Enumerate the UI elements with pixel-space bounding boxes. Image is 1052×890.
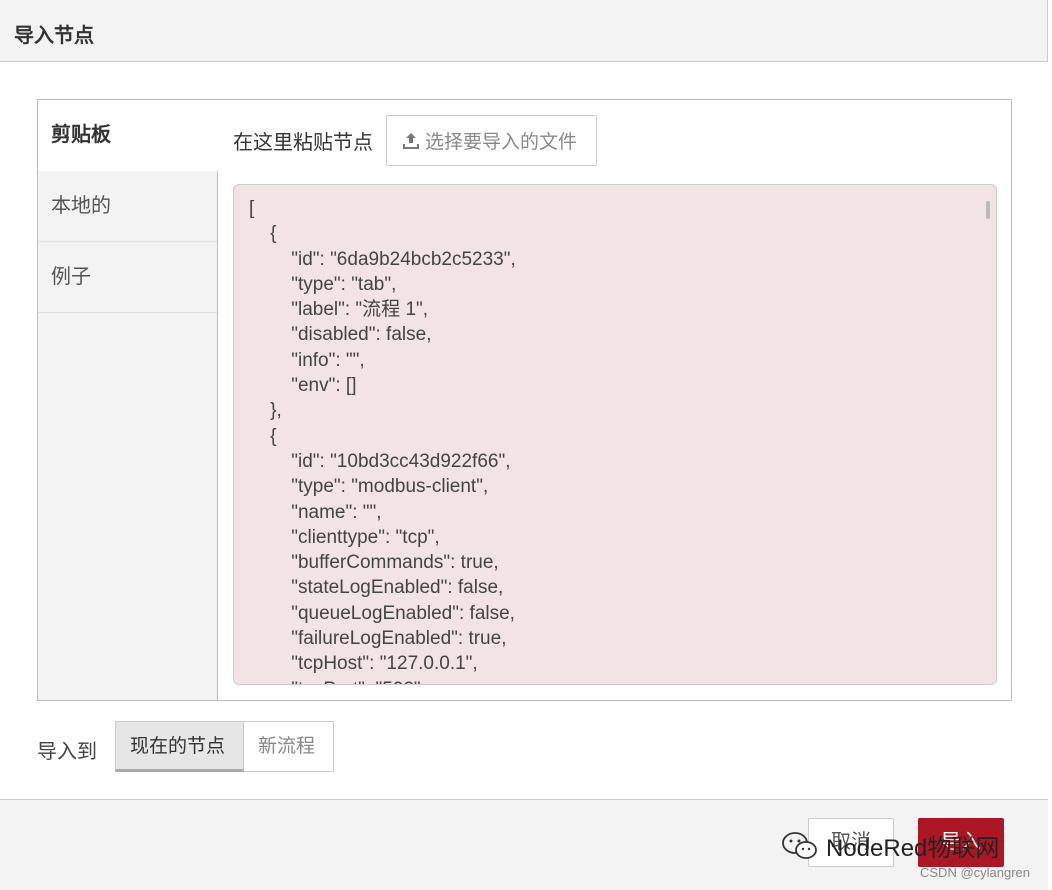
watermark-text: NodeRed物联网: [826, 835, 1000, 862]
import-target-toggle: 现在的节点 新流程: [115, 721, 334, 772]
dialog-title: 导入节点: [14, 25, 94, 47]
scrollbar-thumb[interactable]: [986, 201, 990, 219]
paste-label: 在这里粘贴节点: [233, 132, 373, 154]
watermark: NodeRed物联网: [780, 828, 999, 863]
tab-clipboard[interactable]: 剪贴板: [38, 100, 218, 171]
json-content: [ { "id": "6da9b24bcb2c5233", "type": "t…: [249, 198, 516, 684]
upload-icon: [403, 132, 419, 149]
wechat-icon: [782, 831, 817, 859]
side-tabs: 剪贴板 本地的 例子: [38, 100, 218, 700]
json-textarea[interactable]: [ { "id": "6da9b24bcb2c5233", "type": "t…: [233, 184, 997, 685]
select-file-button[interactable]: 选择要导入的文件: [386, 115, 597, 166]
option-new-flow[interactable]: 新流程: [244, 721, 334, 772]
option-current-nodes[interactable]: 现在的节点: [115, 721, 244, 772]
select-file-label: 选择要导入的文件: [425, 132, 578, 153]
tab-examples[interactable]: 例子: [38, 242, 217, 313]
import-panel: 剪贴板 本地的 例子 在这里粘贴节点 选择要导入的文件 [ { "id": "6…: [37, 99, 1012, 701]
csdn-watermark: CSDN @cylangren: [920, 865, 1031, 880]
import-to-label: 导入到: [37, 741, 97, 763]
tab-local[interactable]: 本地的: [38, 171, 217, 242]
dialog-header: 导入节点: [0, 0, 1048, 62]
